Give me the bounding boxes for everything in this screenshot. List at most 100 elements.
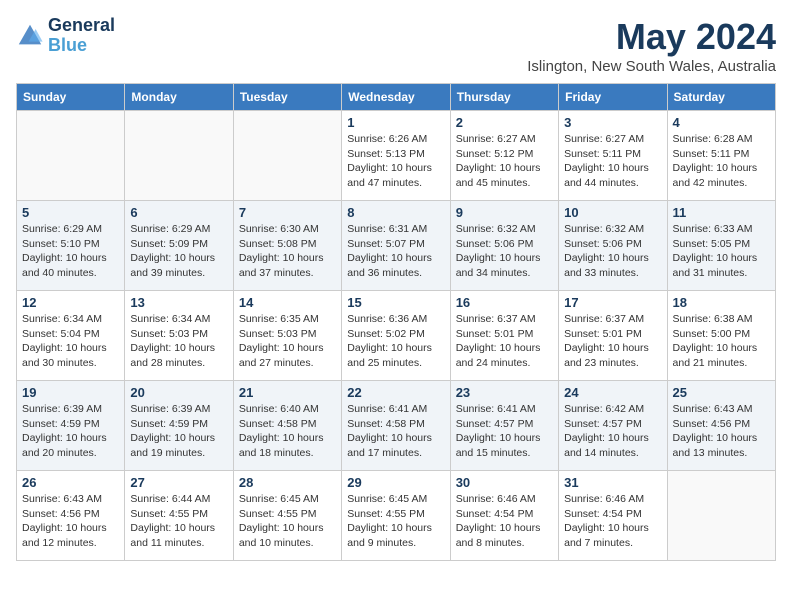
day-number: 1 bbox=[347, 115, 444, 130]
calendar-cell: 15Sunrise: 6:36 AMSunset: 5:02 PMDayligh… bbox=[342, 291, 450, 381]
page-header: General Blue May 2024 Islington, New Sou… bbox=[16, 16, 776, 75]
day-number: 13 bbox=[130, 295, 227, 310]
day-info: Sunrise: 6:37 AMSunset: 5:01 PMDaylight:… bbox=[564, 312, 661, 371]
day-info: Sunrise: 6:40 AMSunset: 4:58 PMDaylight:… bbox=[239, 402, 336, 461]
day-number: 5 bbox=[22, 205, 119, 220]
calendar-cell: 20 Sunrise: 6:39 AMSunset: 4:59 PMDayligh… bbox=[125, 381, 233, 471]
calendar-cell: 8 Sunrise: 6:31 AMSunset: 5:07 PMDaylight… bbox=[342, 201, 450, 291]
calendar-cell: 29 Sunrise: 6:45 AMSunset: 4:55 PMDayligh… bbox=[342, 471, 450, 561]
day-number: 30 bbox=[456, 475, 553, 490]
day-number: 9 bbox=[456, 205, 553, 220]
calendar-cell: 10 Sunrise: 6:32 AMSunset: 5:06 PMDayligh… bbox=[559, 201, 667, 291]
day-number: 27 bbox=[130, 475, 227, 490]
calendar-cell: 27 Sunrise: 6:44 AMSunset: 4:55 PMDayligh… bbox=[125, 471, 233, 561]
day-info: Sunrise: 6:32 AMSunset: 5:06 PMDaylight:… bbox=[456, 222, 553, 281]
calendar-week-3: 12Sunrise: 6:34 AMSunset: 5:04 PMDayligh… bbox=[17, 291, 776, 381]
day-info: Sunrise: 6:39 AMSunset: 4:59 PMDaylight:… bbox=[130, 402, 227, 461]
logo: General Blue bbox=[16, 16, 115, 56]
day-info: Sunrise: 6:36 AMSunset: 5:02 PMDaylight:… bbox=[347, 312, 444, 371]
calendar-cell: 12Sunrise: 6:34 AMSunset: 5:04 PMDayligh… bbox=[17, 291, 125, 381]
day-info: Sunrise: 6:35 AMSunset: 5:03 PMDaylight:… bbox=[239, 312, 336, 371]
day-number: 19 bbox=[22, 385, 119, 400]
day-info: Sunrise: 6:46 AMSunset: 4:54 PMDaylight:… bbox=[456, 492, 553, 551]
day-info: Sunrise: 6:32 AMSunset: 5:06 PMDaylight:… bbox=[564, 222, 661, 281]
calendar-cell bbox=[667, 471, 775, 561]
day-number: 14 bbox=[239, 295, 336, 310]
day-info: Sunrise: 6:43 AMSunset: 4:56 PMDaylight:… bbox=[22, 492, 119, 551]
calendar-cell: 2 Sunrise: 6:27 AMSunset: 5:12 PMDaylight… bbox=[450, 111, 558, 201]
day-number: 23 bbox=[456, 385, 553, 400]
day-info: Sunrise: 6:37 AMSunset: 5:01 PMDaylight:… bbox=[456, 312, 553, 371]
calendar-cell: 9 Sunrise: 6:32 AMSunset: 5:06 PMDaylight… bbox=[450, 201, 558, 291]
day-number: 24 bbox=[564, 385, 661, 400]
day-info: Sunrise: 6:45 AMSunset: 4:55 PMDaylight:… bbox=[239, 492, 336, 551]
calendar-cell: 31 Sunrise: 6:46 AMSunset: 4:54 PMDayligh… bbox=[559, 471, 667, 561]
calendar-cell: 1 Sunrise: 6:26 AMSunset: 5:13 PMDaylight… bbox=[342, 111, 450, 201]
calendar-cell: 22Sunrise: 6:41 AMSunset: 4:58 PMDayligh… bbox=[342, 381, 450, 471]
day-number: 28 bbox=[239, 475, 336, 490]
day-info: Sunrise: 6:41 AMSunset: 4:57 PMDaylight:… bbox=[456, 402, 553, 461]
weekday-header-monday: Monday bbox=[125, 84, 233, 111]
calendar-cell: 16 Sunrise: 6:37 AMSunset: 5:01 PMDayligh… bbox=[450, 291, 558, 381]
calendar-cell: 24 Sunrise: 6:42 AMSunset: 4:57 PMDayligh… bbox=[559, 381, 667, 471]
day-info: Sunrise: 6:43 AMSunset: 4:56 PMDaylight:… bbox=[673, 402, 770, 461]
calendar-cell: 4Sunrise: 6:28 AMSunset: 5:11 PMDaylight… bbox=[667, 111, 775, 201]
day-number: 12 bbox=[22, 295, 119, 310]
day-number: 20 bbox=[130, 385, 227, 400]
day-number: 11 bbox=[673, 205, 770, 220]
calendar-cell: 28 Sunrise: 6:45 AMSunset: 4:55 PMDayligh… bbox=[233, 471, 341, 561]
calendar-cell: 13 Sunrise: 6:34 AMSunset: 5:03 PMDayligh… bbox=[125, 291, 233, 381]
day-info: Sunrise: 6:26 AMSunset: 5:13 PMDaylight:… bbox=[347, 132, 444, 191]
calendar-cell: 19 Sunrise: 6:39 AMSunset: 4:59 PMDayligh… bbox=[17, 381, 125, 471]
day-number: 10 bbox=[564, 205, 661, 220]
weekday-header-wednesday: Wednesday bbox=[342, 84, 450, 111]
day-number: 29 bbox=[347, 475, 444, 490]
day-info: Sunrise: 6:27 AMSunset: 5:12 PMDaylight:… bbox=[456, 132, 553, 191]
weekday-header-saturday: Saturday bbox=[667, 84, 775, 111]
location: Islington, New South Wales, Australia bbox=[527, 58, 776, 75]
calendar-cell: 26 Sunrise: 6:43 AMSunset: 4:56 PMDayligh… bbox=[17, 471, 125, 561]
day-info: Sunrise: 6:29 AMSunset: 5:10 PMDaylight:… bbox=[22, 222, 119, 281]
day-number: 18 bbox=[673, 295, 770, 310]
calendar-cell bbox=[17, 111, 125, 201]
calendar-week-5: 26 Sunrise: 6:43 AMSunset: 4:56 PMDayligh… bbox=[17, 471, 776, 561]
day-number: 8 bbox=[347, 205, 444, 220]
day-number: 31 bbox=[564, 475, 661, 490]
calendar-cell: 3Sunrise: 6:27 AMSunset: 5:11 PMDaylight… bbox=[559, 111, 667, 201]
calendar-week-4: 19 Sunrise: 6:39 AMSunset: 4:59 PMDayligh… bbox=[17, 381, 776, 471]
day-number: 6 bbox=[130, 205, 227, 220]
day-info: Sunrise: 6:44 AMSunset: 4:55 PMDaylight:… bbox=[130, 492, 227, 551]
calendar-cell bbox=[125, 111, 233, 201]
calendar-cell bbox=[233, 111, 341, 201]
calendar-table: SundayMondayTuesdayWednesdayThursdayFrid… bbox=[16, 83, 776, 561]
calendar-cell: 6Sunrise: 6:29 AMSunset: 5:09 PMDaylight… bbox=[125, 201, 233, 291]
calendar-week-1: 1 Sunrise: 6:26 AMSunset: 5:13 PMDaylight… bbox=[17, 111, 776, 201]
day-number: 25 bbox=[673, 385, 770, 400]
day-number: 7 bbox=[239, 205, 336, 220]
calendar-cell: 5 Sunrise: 6:29 AMSunset: 5:10 PMDaylight… bbox=[17, 201, 125, 291]
day-info: Sunrise: 6:46 AMSunset: 4:54 PMDaylight:… bbox=[564, 492, 661, 551]
day-info: Sunrise: 6:34 AMSunset: 5:03 PMDaylight:… bbox=[130, 312, 227, 371]
day-info: Sunrise: 6:45 AMSunset: 4:55 PMDaylight:… bbox=[347, 492, 444, 551]
day-info: Sunrise: 6:39 AMSunset: 4:59 PMDaylight:… bbox=[22, 402, 119, 461]
day-number: 16 bbox=[456, 295, 553, 310]
calendar-cell: 18 Sunrise: 6:38 AMSunset: 5:00 PMDayligh… bbox=[667, 291, 775, 381]
day-info: Sunrise: 6:31 AMSunset: 5:07 PMDaylight:… bbox=[347, 222, 444, 281]
month-title: May 2024 bbox=[527, 16, 776, 58]
day-number: 17 bbox=[564, 295, 661, 310]
day-number: 2 bbox=[456, 115, 553, 130]
day-number: 22 bbox=[347, 385, 444, 400]
day-number: 26 bbox=[22, 475, 119, 490]
day-info: Sunrise: 6:38 AMSunset: 5:00 PMDaylight:… bbox=[673, 312, 770, 371]
day-number: 3 bbox=[564, 115, 661, 130]
calendar-cell: 11 Sunrise: 6:33 AMSunset: 5:05 PMDayligh… bbox=[667, 201, 775, 291]
day-info: Sunrise: 6:33 AMSunset: 5:05 PMDaylight:… bbox=[673, 222, 770, 281]
calendar-cell: 30 Sunrise: 6:46 AMSunset: 4:54 PMDayligh… bbox=[450, 471, 558, 561]
weekday-header-tuesday: Tuesday bbox=[233, 84, 341, 111]
calendar-cell: 23 Sunrise: 6:41 AMSunset: 4:57 PMDayligh… bbox=[450, 381, 558, 471]
calendar-week-2: 5 Sunrise: 6:29 AMSunset: 5:10 PMDaylight… bbox=[17, 201, 776, 291]
calendar-cell: 7Sunrise: 6:30 AMSunset: 5:08 PMDaylight… bbox=[233, 201, 341, 291]
day-info: Sunrise: 6:28 AMSunset: 5:11 PMDaylight:… bbox=[673, 132, 770, 191]
day-info: Sunrise: 6:42 AMSunset: 4:57 PMDaylight:… bbox=[564, 402, 661, 461]
weekday-header-sunday: Sunday bbox=[17, 84, 125, 111]
